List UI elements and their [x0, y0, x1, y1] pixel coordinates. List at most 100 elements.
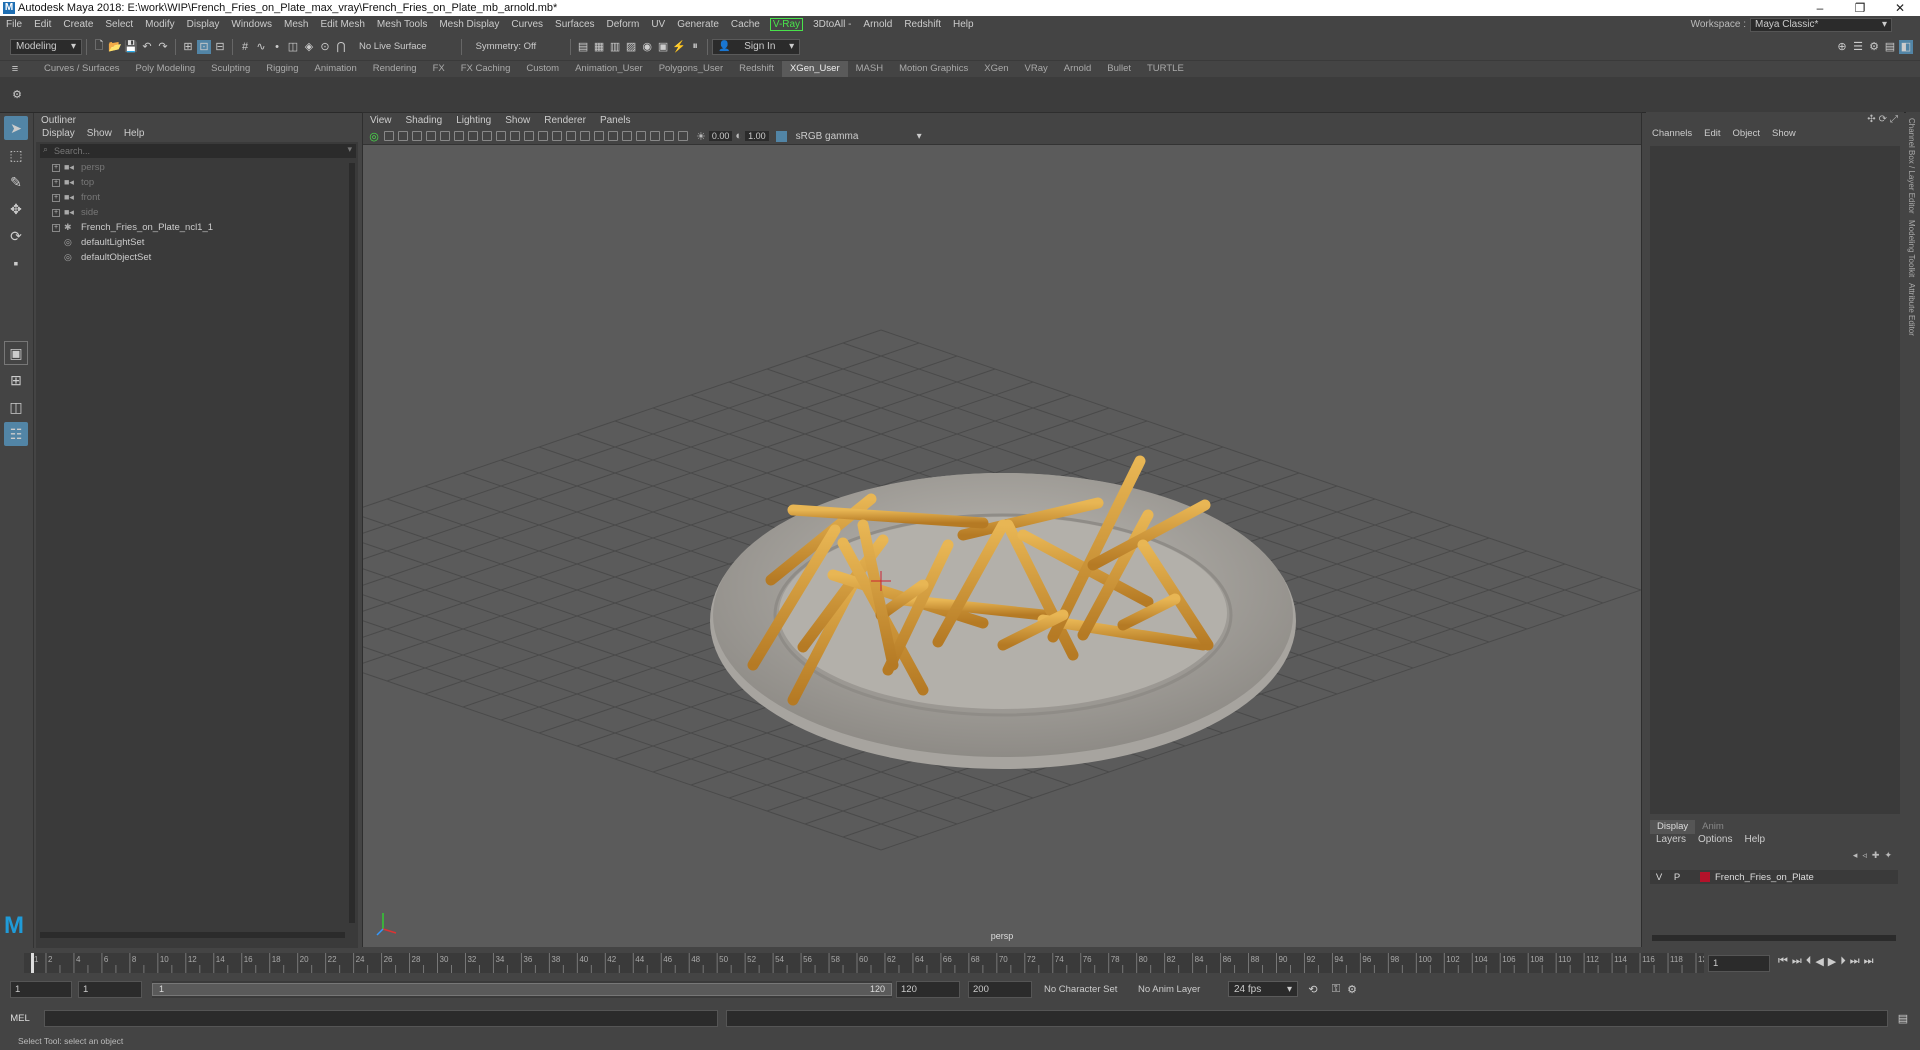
menu-help[interactable]: Help — [947, 19, 980, 30]
paint-select-icon[interactable]: ✎ — [4, 170, 28, 194]
expand-icon[interactable]: + — [52, 163, 60, 172]
menu-mesh-display[interactable]: Mesh Display — [433, 19, 505, 30]
menu-display[interactable]: Display — [181, 19, 226, 30]
shelf-tab-polygons-user[interactable]: Polygons_User — [651, 61, 731, 77]
outliner-item[interactable]: + ■◂ front — [36, 190, 358, 205]
bookmark-icon[interactable] — [384, 131, 394, 141]
ipr-render-icon[interactable]: ▨ — [624, 40, 638, 54]
menu-vray[interactable]: V-Ray — [769, 18, 804, 31]
shelf-tab-motion-graphics[interactable]: Motion Graphics — [891, 61, 976, 77]
shelf-tab-rendering[interactable]: Rendering — [365, 61, 425, 77]
use-lights-icon[interactable] — [538, 131, 548, 141]
xray-joints-icon[interactable] — [636, 131, 646, 141]
shelf-tab-bullet[interactable]: Bullet — [1099, 61, 1139, 77]
snap-grid-icon[interactable]: # — [238, 40, 252, 54]
range-slider[interactable]: 1 120 — [152, 980, 892, 998]
go-to-end-icon[interactable]: ⏭ — [1864, 955, 1874, 968]
menu-deform[interactable]: Deform — [601, 19, 646, 30]
shadows-icon[interactable] — [552, 131, 562, 141]
layer-row[interactable]: V P French_Fries_on_Plate — [1650, 870, 1898, 884]
script-language-label[interactable]: MEL — [0, 1013, 40, 1024]
menu-3dtoall[interactable]: 3DtoAll - — [807, 19, 857, 30]
viewport-menu-view[interactable]: View — [363, 115, 399, 126]
select-hierarchy-icon[interactable]: ⊞ — [181, 40, 195, 54]
fps-dropdown[interactable]: 24 fps ▾ — [1228, 981, 1298, 997]
shelf-tab-vray[interactable]: VRay — [1017, 61, 1056, 77]
render-frame-icon[interactable]: ▦ — [592, 40, 606, 54]
render-view-icon[interactable]: ⚡ — [672, 40, 686, 54]
hypershade-icon[interactable]: ▣ — [656, 40, 670, 54]
outliner-scrollbar[interactable] — [349, 163, 355, 923]
tool-settings-icon[interactable]: ⚙ — [1867, 40, 1881, 54]
2d-pan-icon[interactable] — [412, 131, 422, 141]
channel-menu-edit[interactable]: Edit — [1698, 128, 1726, 142]
outliner-menu-show[interactable]: Show — [81, 128, 118, 142]
gamma-icon[interactable]: ◐ — [735, 130, 742, 142]
redo-icon[interactable]: ↷ — [156, 40, 170, 54]
anim-prefs-icon[interactable]: ⚙ — [1345, 982, 1359, 996]
select-tool-icon[interactable]: ➤ — [4, 116, 28, 140]
lasso-tool-icon[interactable]: ⬚ — [4, 143, 28, 167]
play-forward-icon[interactable]: ▶ — [1828, 955, 1836, 968]
outliner-item[interactable]: + ✱ French_Fries_on_Plate_ncl1_1 — [36, 220, 358, 235]
rotate-tool-icon[interactable]: ⟳ — [4, 224, 28, 248]
shelf-tab-fx[interactable]: FX — [425, 61, 453, 77]
menu-generate[interactable]: Generate — [671, 19, 725, 30]
select-camera-icon[interactable]: ◎ — [367, 129, 381, 143]
auto-key-icon[interactable]: ⚿ — [1329, 982, 1343, 996]
step-back-key-icon[interactable]: ⏭ — [1792, 955, 1802, 968]
wireframe-icon[interactable] — [496, 131, 506, 141]
hud-icon[interactable] — [678, 131, 688, 141]
step-forward-key-icon[interactable]: ⏭ — [1850, 955, 1860, 968]
menu-mesh-tools[interactable]: Mesh Tools — [371, 19, 433, 30]
outliner-item[interactable]: + ■◂ side — [36, 205, 358, 220]
sign-in-dropdown[interactable]: 👤 Sign In ▾ — [712, 38, 801, 55]
toggle-panels-icon[interactable]: ◧ — [1899, 39, 1913, 54]
open-scene-icon[interactable]: 📂 — [108, 40, 122, 54]
menu-curves[interactable]: Curves — [505, 19, 549, 30]
layer-playback[interactable]: P — [1668, 872, 1686, 883]
isolate-select-icon[interactable] — [608, 131, 618, 141]
move-tool-icon[interactable]: ✥ — [4, 197, 28, 221]
depth-of-field-icon[interactable] — [594, 131, 604, 141]
shelf-tab-xgen[interactable]: XGen — [976, 61, 1016, 77]
expand-icon[interactable]: + — [52, 178, 60, 187]
shelf-tab-rigging[interactable]: Rigging — [258, 61, 306, 77]
shelf-tab-mash[interactable]: MASH — [848, 61, 891, 77]
layer-menu-help[interactable]: Help — [1738, 834, 1771, 848]
snap-live-icon[interactable]: ⊙ — [318, 40, 332, 54]
time-slider[interactable]: 1 2 4 6 8 10 12 14 16 18 20 22 24 26 28 30 32 34 36 38 40 42 4… — [0, 950, 1920, 976]
layer-menu-layers[interactable]: Layers — [1650, 834, 1692, 848]
grease-pencil-icon[interactable] — [426, 131, 436, 141]
move-layer-up-icon[interactable]: ◂ — [1853, 850, 1858, 861]
snap-surface-icon[interactable]: ◈ — [302, 40, 316, 54]
viewport-menu-show[interactable]: Show — [498, 115, 537, 126]
playback-start-field[interactable]: 1 — [78, 980, 142, 998]
shelf-tab-curves-surfaces[interactable]: Curves / Surfaces — [36, 61, 128, 77]
modeling-toolkit-icon[interactable]: ⊕ — [1835, 40, 1849, 54]
new-scene-icon[interactable]: 🗋 — [92, 40, 106, 54]
move-layer-down-icon[interactable]: ◃ — [1862, 850, 1867, 861]
shelf-tab-xgen-user[interactable]: XGen_User — [781, 61, 848, 77]
film-gate-icon[interactable] — [468, 131, 478, 141]
viewport-menu-renderer[interactable]: Renderer — [537, 115, 593, 126]
render-settings-icon[interactable]: ◉ — [640, 40, 654, 54]
expand-icon[interactable]: + — [52, 223, 60, 232]
outliner-menu-display[interactable]: Display — [36, 128, 81, 142]
layer-menu-options[interactable]: Options — [1692, 834, 1738, 848]
expand-icon[interactable]: + — [52, 193, 60, 202]
current-time-marker[interactable] — [31, 953, 34, 973]
side-tab-modeling-toolkit[interactable]: Modeling Toolkit — [1907, 220, 1916, 277]
outliner-item[interactable]: ◎ defaultObjectSet — [36, 250, 358, 265]
colorspace-toggle-icon[interactable] — [775, 130, 787, 142]
menu-windows[interactable]: Windows — [225, 19, 278, 30]
3d-viewport[interactable]: persp — [120, 145, 1642, 947]
menu-mesh[interactable]: Mesh — [278, 19, 314, 30]
new-layer-selected-icon[interactable]: ✦ — [1884, 850, 1892, 861]
resolution-gate-icon[interactable] — [454, 131, 464, 141]
shelf-tab-poly-modeling[interactable]: Poly Modeling — [128, 61, 204, 77]
gamma-field[interactable]: 1.00 — [745, 131, 769, 141]
menu-modify[interactable]: Modify — [139, 19, 180, 30]
four-view-icon[interactable]: ⊞ — [4, 368, 28, 392]
timeline-track[interactable]: 1 2 4 6 8 10 12 14 16 18 20 22 24 26 28 30 32 34 36 38 40 42 4… — [24, 953, 1712, 973]
